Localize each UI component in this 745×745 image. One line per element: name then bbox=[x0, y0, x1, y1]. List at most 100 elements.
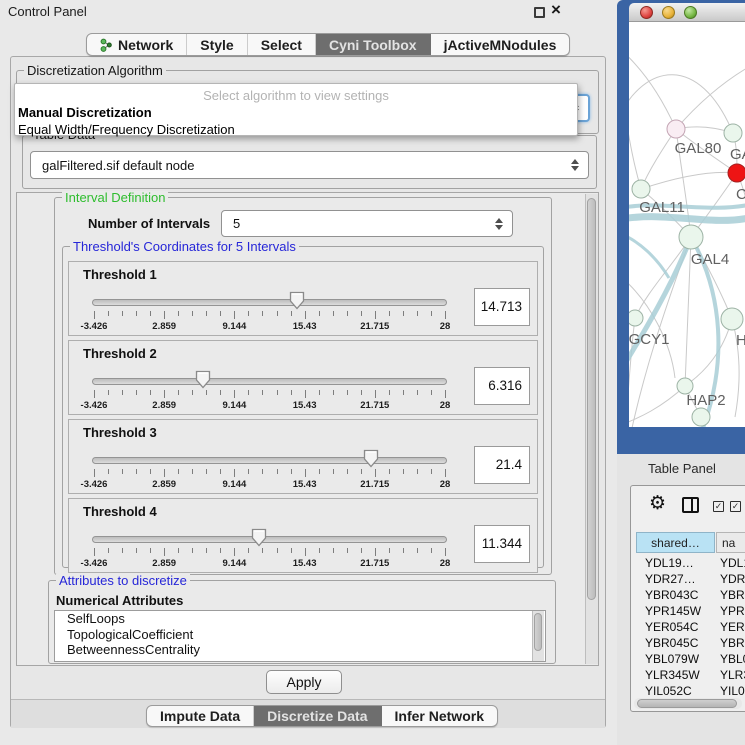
tick-label: 2.859 bbox=[152, 321, 176, 332]
network-node-green[interactable] bbox=[721, 308, 743, 330]
network-node-green[interactable] bbox=[724, 124, 742, 142]
attribute-item-topologicalcoefficient[interactable]: TopologicalCoefficient bbox=[55, 627, 545, 643]
tick-mark bbox=[403, 311, 404, 316]
tab-network[interactable]: Network bbox=[87, 34, 187, 55]
network-edge-highlighted bbox=[629, 237, 691, 370]
tick-mark bbox=[220, 469, 221, 474]
tab-select[interactable]: Select bbox=[248, 34, 316, 55]
popup-item-equal-width-frequency-discretization[interactable]: Equal Width/Frequency Discretization bbox=[15, 121, 577, 138]
network-node-green[interactable] bbox=[679, 225, 703, 249]
threshold-slider-thumb[interactable] bbox=[289, 291, 305, 310]
threshold-value-field[interactable]: 6.316 bbox=[474, 367, 530, 405]
threshold-value-field[interactable]: 21.4 bbox=[474, 446, 530, 484]
horizontal-scrollbar[interactable] bbox=[634, 698, 742, 709]
table-row[interactable]: YDL19…YDL1 bbox=[636, 556, 745, 572]
popup-item-manual-discretization[interactable]: Manual Discretization bbox=[15, 104, 577, 121]
top-tab-bar: NetworkStyleSelectCyni Toolbox jActiveMNo… bbox=[86, 33, 570, 56]
tab-impute-data[interactable]: Impute Data bbox=[147, 706, 254, 726]
control-panel-title: Control Panel bbox=[8, 4, 87, 19]
threshold-value-field[interactable]: 11.344 bbox=[474, 525, 530, 563]
algorithm-dropdown-popup: Select algorithm to view settingsManual … bbox=[14, 83, 578, 136]
tab-jactivemnodules[interactable]: jActiveMNodules bbox=[431, 34, 570, 55]
vertical-scrollbar-thumb[interactable] bbox=[587, 198, 596, 600]
table-row[interactable]: YIL052CYIL0 bbox=[636, 684, 745, 696]
threshold-slider-thumb[interactable] bbox=[251, 528, 267, 547]
table-row[interactable]: YBR043CYBR0 bbox=[636, 588, 745, 604]
interval-definition-group-title: Interval Definition bbox=[62, 191, 168, 205]
cell-name: YLR3 bbox=[720, 668, 745, 682]
tick-mark bbox=[122, 548, 123, 553]
threshold-slider-track[interactable] bbox=[92, 299, 447, 306]
tick-mark bbox=[291, 311, 292, 316]
tick-mark bbox=[403, 548, 404, 553]
table-row[interactable]: YBR045CYBR0 bbox=[636, 636, 745, 652]
threshold-slider-track[interactable] bbox=[92, 378, 447, 385]
threshold-slider-thumb[interactable] bbox=[195, 370, 211, 389]
network-node-pink[interactable] bbox=[667, 120, 685, 138]
table-row[interactable]: YBL079WYBL0 bbox=[636, 652, 745, 668]
cell-shared-name: YIL052C bbox=[645, 684, 692, 696]
float-icon[interactable] bbox=[534, 7, 545, 18]
popup-item-select-algorithm-to-view-settings[interactable]: Select algorithm to view settings bbox=[15, 87, 577, 104]
number-of-intervals-value: 5 bbox=[233, 216, 240, 231]
cell-shared-name: YBR043C bbox=[645, 588, 698, 602]
threshold-slider-track[interactable] bbox=[92, 536, 447, 543]
tab-discretize-data[interactable]: Discretize Data bbox=[254, 706, 381, 726]
checkbox-icon[interactable]: ✓ bbox=[730, 501, 741, 512]
tick-label: 21.715 bbox=[360, 479, 389, 490]
tick-mark bbox=[403, 469, 404, 474]
tick-mark bbox=[445, 469, 446, 477]
table-row[interactable]: YER054CYER0 bbox=[636, 620, 745, 636]
tab-cyni-toolbox[interactable]: Cyni Toolbox bbox=[316, 34, 431, 55]
attributes-list-scrollbar-thumb[interactable] bbox=[534, 613, 542, 651]
number-of-intervals-select[interactable]: 5 bbox=[221, 210, 513, 237]
network-node-red[interactable] bbox=[728, 164, 745, 182]
zoom-traffic-light[interactable] bbox=[684, 6, 697, 19]
close-traffic-light[interactable] bbox=[640, 6, 653, 19]
number-of-intervals-label: Number of Intervals bbox=[88, 216, 210, 231]
tick-mark bbox=[445, 548, 446, 556]
threshold-value-field[interactable]: 14.713 bbox=[474, 288, 530, 326]
tick-mark bbox=[319, 390, 320, 395]
tick-label: 21.715 bbox=[360, 400, 389, 411]
horizontal-scrollbar-thumb[interactable] bbox=[637, 699, 737, 708]
tick-mark bbox=[94, 390, 95, 398]
tick-mark bbox=[108, 469, 109, 474]
tick-mark bbox=[150, 311, 151, 316]
threshold-panel-4: Threshold 4-3.4262.8599.14415.4321.71528… bbox=[68, 498, 538, 573]
table-row[interactable]: YPR145WYPR1 bbox=[636, 604, 745, 620]
column-header-name[interactable]: na bbox=[716, 532, 745, 553]
tab-style[interactable]: Style bbox=[187, 34, 247, 55]
threshold-slider-track[interactable] bbox=[92, 457, 447, 464]
threshold-slider-thumb[interactable] bbox=[363, 449, 379, 468]
table-data-select[interactable]: galFiltered.sif default node bbox=[30, 151, 589, 179]
tick-mark bbox=[375, 311, 376, 319]
apply-button[interactable]: Apply bbox=[266, 670, 342, 694]
network-edge bbox=[629, 114, 641, 189]
gear-icon[interactable]: ⚙ bbox=[649, 492, 666, 514]
table-row[interactable]: YDR27…YDR2 bbox=[636, 572, 745, 588]
threshold-panel-3: Threshold 3-3.4262.8599.14415.4321.71528… bbox=[68, 419, 538, 494]
cell-name: YER0 bbox=[720, 620, 745, 634]
combo-spinner-icon bbox=[495, 218, 503, 230]
columns-icon[interactable] bbox=[682, 497, 699, 513]
tab-infer-network[interactable]: Infer Network bbox=[382, 706, 497, 726]
tab-label: jActiveMNodules bbox=[444, 37, 557, 53]
tick-mark bbox=[389, 390, 390, 395]
tick-mark bbox=[192, 311, 193, 316]
cell-name: YDL1 bbox=[720, 556, 745, 570]
network-node-green[interactable] bbox=[629, 310, 643, 326]
table-row[interactable]: YLR345WYLR3 bbox=[636, 668, 745, 684]
tick-label: 9.144 bbox=[223, 479, 247, 490]
attribute-item-betweennesscentrality[interactable]: BetweennessCentrality bbox=[55, 642, 545, 658]
close-icon[interactable]: × bbox=[551, 0, 561, 20]
tick-mark bbox=[136, 548, 137, 553]
tick-mark bbox=[206, 311, 207, 316]
minimize-traffic-light[interactable] bbox=[662, 6, 675, 19]
network-node-green[interactable] bbox=[692, 408, 710, 426]
attribute-item-selfloops[interactable]: SelfLoops bbox=[55, 611, 545, 627]
checkbox-icon[interactable]: ✓ bbox=[713, 501, 724, 512]
network-node-green[interactable] bbox=[632, 180, 650, 198]
network-view[interactable]: GAL80GACGAL11GAL4GCY1HHAP2 bbox=[629, 22, 745, 427]
column-header-shared[interactable]: shared… bbox=[636, 532, 715, 553]
